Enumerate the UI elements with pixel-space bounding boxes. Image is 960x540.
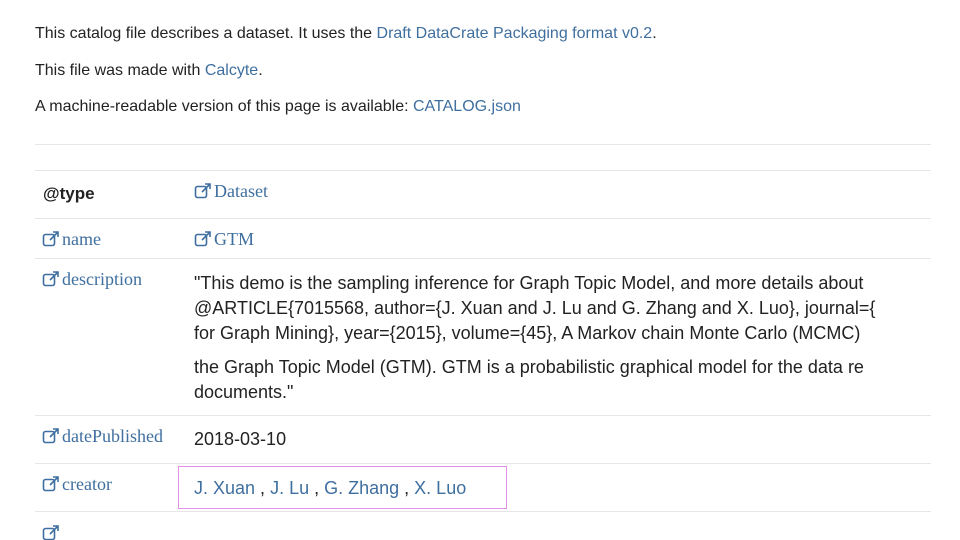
calcyte-link[interactable]: Calcyte <box>205 62 258 79</box>
creator-key-link[interactable]: creator <box>42 474 112 495</box>
external-link-icon <box>42 428 60 444</box>
description-key-link[interactable]: description <box>42 269 142 290</box>
intro-text: . <box>652 25 657 42</box>
external-link-icon <box>42 231 60 247</box>
creator-list: J. Xuan , J. Lu , G. Zhang , X. Luo <box>194 478 466 499</box>
creator-link-zhang[interactable]: G. Zhang <box>324 478 399 498</box>
date-published-key-link[interactable]: datePublished <box>42 426 163 447</box>
name-key: name <box>62 229 101 249</box>
description-line: "This demo is the sampling inference for… <box>194 273 864 293</box>
external-link-icon <box>42 271 60 287</box>
creator-link-luo[interactable]: X. Luo <box>414 478 466 498</box>
intro-text: This file was made with <box>35 62 205 79</box>
creator-link-lu[interactable]: J. Lu <box>270 478 309 498</box>
description-key: description <box>62 269 142 289</box>
creator-separator: , <box>309 478 325 498</box>
date-published-key: datePublished <box>62 426 163 446</box>
external-link-icon <box>42 525 60 540</box>
divider <box>35 144 931 145</box>
type-value: Dataset <box>214 181 268 201</box>
external-link-icon <box>194 231 212 247</box>
description-line: @ARTICLE{7015568, author={J. Xuan and J.… <box>194 298 876 318</box>
intro-line-json: A machine-readable version of this page … <box>35 97 521 117</box>
row-border <box>35 511 931 512</box>
creator-separator: , <box>399 478 415 498</box>
creator-separator: , <box>255 478 271 498</box>
description-line: the Graph Topic Model (GTM). GTM is a pr… <box>194 357 864 377</box>
datacrate-format-link[interactable]: Draft DataCrate Packaging format v0.2 <box>377 25 653 42</box>
name-value: GTM <box>214 229 254 249</box>
date-published-value: 2018-03-10 <box>194 429 287 449</box>
row-border <box>35 463 931 464</box>
description-line: documents." <box>194 382 294 402</box>
description-line: for Graph Mining}, year={2015}, volume={… <box>194 323 861 343</box>
external-link-icon <box>194 183 212 199</box>
table-top-border <box>35 170 931 171</box>
intro-text: This catalog file describes a dataset. I… <box>35 25 377 42</box>
intro-line-format: This catalog file describes a dataset. I… <box>35 24 657 44</box>
intro-text: . <box>258 62 263 79</box>
external-link-icon <box>42 476 60 492</box>
creator-link-xuan[interactable]: J. Xuan <box>194 478 255 498</box>
row-border <box>35 415 931 416</box>
page-content: This catalog file describes a dataset. I… <box>0 0 931 540</box>
intro-text: A machine-readable version of this page … <box>35 98 413 115</box>
intro-line-tool: This file was made with Calcyte. <box>35 61 263 81</box>
creator-key: creator <box>62 474 112 494</box>
type-key: @type <box>43 184 95 203</box>
catalog-json-link[interactable]: CATALOG.json <box>413 98 521 115</box>
type-value-link[interactable]: Dataset <box>194 181 268 202</box>
name-value-link[interactable]: GTM <box>194 229 254 250</box>
row-border <box>35 218 931 219</box>
row-border <box>35 258 931 259</box>
name-key-link[interactable]: name <box>42 229 101 250</box>
